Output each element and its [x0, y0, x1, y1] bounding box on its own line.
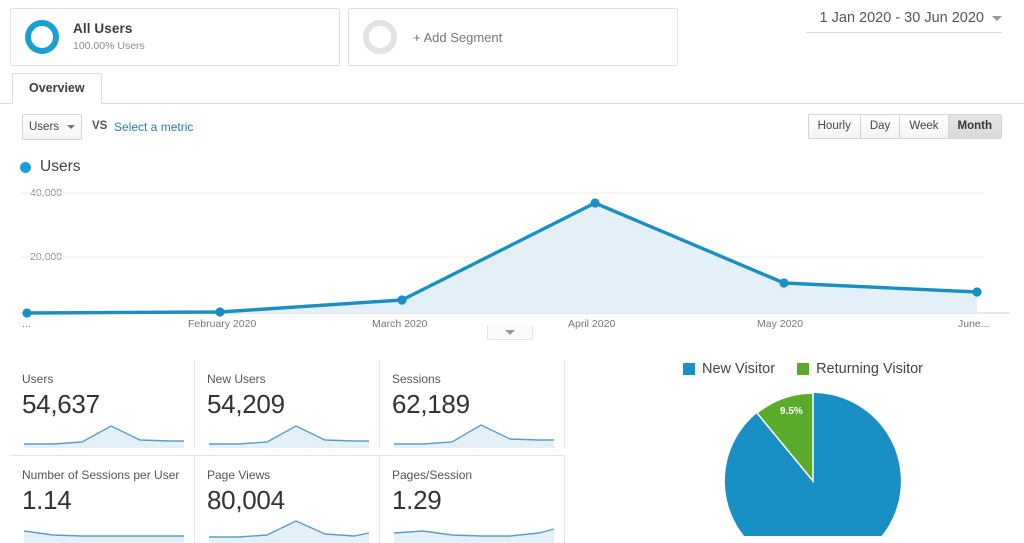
- pie-chart-svg: [724, 392, 901, 543]
- granularity-week-button[interactable]: Week: [899, 114, 948, 139]
- line-chart-legend-label: Users: [40, 158, 81, 175]
- new-vs-returning-pie-chart[interactable]: [713, 390, 913, 543]
- line-chart-legend: Users: [20, 158, 80, 176]
- data-point-jun: [972, 287, 982, 297]
- granularity-hourly-button[interactable]: Hourly: [807, 114, 860, 139]
- x-axis-tick-1: February 2020: [188, 318, 257, 330]
- pie-legend-item-new-visitor[interactable]: New Visitor: [683, 361, 775, 377]
- metric-card-title: Number of Sessions per User: [22, 468, 180, 482]
- select-a-metric-link[interactable]: Select a metric: [114, 120, 193, 134]
- x-axis-tick-4: May 2020: [757, 318, 804, 330]
- vs-label: VS: [92, 120, 108, 132]
- legend-swatch-icon: [683, 363, 695, 375]
- metric-card-new-users[interactable]: New Users 54,209: [195, 360, 380, 448]
- granularity-month-button[interactable]: Month: [947, 114, 1002, 139]
- metric-card-title: New Users: [207, 372, 266, 386]
- donut-ring-icon: [25, 20, 59, 54]
- x-axis-tick-5: June...: [958, 318, 990, 330]
- tab-overview-label: Overview: [29, 81, 85, 95]
- granularity-day-button[interactable]: Day: [859, 114, 900, 139]
- metric-card-pages-per-session[interactable]: Pages/Session 1.29: [380, 455, 565, 543]
- pie-legend-item-returning-visitor[interactable]: Returning Visitor: [797, 361, 923, 377]
- sparkline-page-views: [209, 520, 370, 543]
- data-point-mar: [397, 295, 407, 305]
- metric-card-page-views[interactable]: Page Views 80,004: [195, 455, 380, 543]
- add-segment-label: + Add Segment: [413, 29, 503, 45]
- sparkline-pages-per-session: [393, 528, 555, 543]
- metric-card-users[interactable]: Users 54,637: [10, 360, 195, 448]
- date-range-picker[interactable]: 1 Jan 2020 - 30 Jun 2020: [806, 10, 1002, 33]
- chart-collapse-toggle[interactable]: [487, 325, 533, 340]
- metric-card-title: Sessions: [392, 372, 441, 386]
- sparkline-sessions: [394, 424, 554, 448]
- x-axis-tick-2: March 2020: [372, 318, 428, 330]
- segment-bar: All Users 100.00% Users + Add Segment 1 …: [0, 0, 1024, 72]
- sparkline-users: [24, 425, 184, 448]
- chevron-down-icon: [67, 125, 75, 129]
- segment-card-text: All Users 100.00% Users: [73, 21, 145, 53]
- data-point-jan: [22, 308, 32, 318]
- users-line-chart-svg: [20, 192, 1010, 318]
- sparkline-sessions-per-user: [23, 530, 184, 543]
- metric-card-sessions-per-user[interactable]: Number of Sessions per User 1.14: [10, 455, 195, 543]
- pie-slice-data-label: 9.5%: [780, 406, 803, 417]
- metric-card-sessions[interactable]: Sessions 62,189: [380, 360, 565, 448]
- pie-chart-legend: New Visitor Returning Visitor: [683, 361, 923, 377]
- date-range-value: 1 Jan 2020 - 30 Jun 2020: [819, 10, 984, 26]
- pie-legend-label: Returning Visitor: [816, 361, 923, 377]
- pie-legend-label: New Visitor: [702, 361, 776, 377]
- primary-metric-dropdown[interactable]: Users: [22, 114, 82, 140]
- metric-card-title: Users: [22, 372, 54, 386]
- segment-subtitle: 100.00% Users: [73, 39, 145, 52]
- segment-title: All Users: [73, 21, 133, 36]
- tab-overview[interactable]: Overview: [12, 73, 102, 104]
- metric-selector-row: Users VS Select a metric Hourly Day Week…: [0, 104, 1024, 150]
- tab-strip: Overview: [0, 72, 1024, 104]
- legend-swatch-icon: [797, 363, 810, 375]
- chevron-down-icon: [505, 329, 515, 335]
- data-point-feb: [215, 307, 225, 317]
- data-point-may: [779, 278, 789, 288]
- granularity-button-group: Hourly Day Week Month: [807, 114, 1002, 139]
- data-point-apr: [590, 198, 600, 208]
- metric-card-grid: Users 54,637 New Users 54,209 Sessions 6…: [10, 360, 670, 543]
- segment-card-all-users[interactable]: All Users 100.00% Users: [10, 8, 340, 66]
- x-axis-tick-0: ...: [22, 318, 31, 330]
- add-segment-button[interactable]: + Add Segment: [348, 8, 678, 66]
- users-line-chart[interactable]: [0, 180, 1024, 330]
- metric-card-title: Pages/Session: [392, 468, 473, 482]
- legend-dot-icon: [20, 161, 31, 173]
- sparkline-new-users: [209, 425, 369, 448]
- primary-metric-value: Users: [29, 121, 60, 133]
- empty-ring-icon: [363, 20, 397, 54]
- x-axis-tick-3: April 2020: [568, 318, 616, 330]
- users-area-fill: [27, 203, 977, 313]
- chevron-down-icon: [992, 15, 1002, 21]
- metric-card-title: Page Views: [207, 468, 271, 482]
